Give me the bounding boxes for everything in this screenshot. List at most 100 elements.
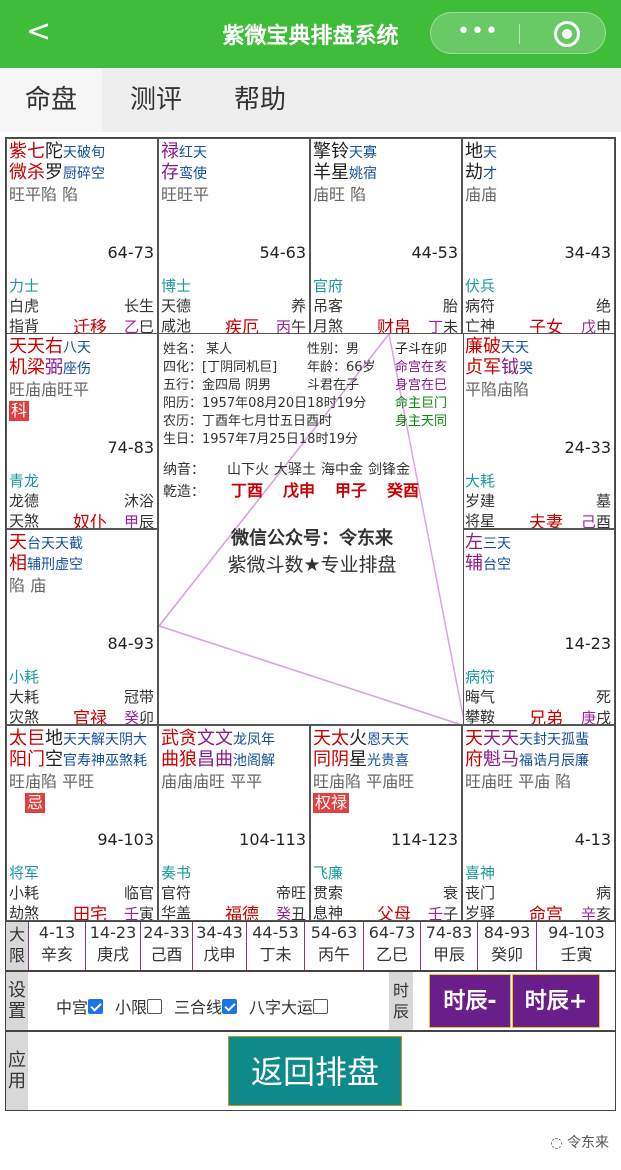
daxian-cell[interactable]: 4-13 辛亥 <box>28 922 85 970</box>
close-mini-program-icon[interactable] <box>554 21 580 47</box>
star: 羊星 <box>313 162 349 183</box>
time-next-button[interactable]: 时辰+ <box>512 974 600 1028</box>
star: 阳 <box>9 749 27 770</box>
palace-you[interactable]: 廉破天天 贞军钺哭 平陷庙陷 24-33 大耗 岁建 将星 墓夫妻 己酉 <box>462 333 615 529</box>
daxian-cell[interactable]: 24-33 己酉 <box>140 922 192 970</box>
palace-name: 官禄 <box>73 709 107 725</box>
daxian-cell[interactable]: 54-63 丙午 <box>304 922 363 970</box>
star-line: 天天天天封天孤蜚 <box>465 728 589 751</box>
star-line: 地天 <box>465 141 497 164</box>
god-1: 伏兵 <box>465 277 496 295</box>
god-3: 将星 <box>465 512 496 529</box>
star: 罗 <box>45 162 63 183</box>
nayin-item: 剑锋金 <box>368 462 410 478</box>
capsule-divider <box>519 24 520 44</box>
birth-info-2: 性别：男 <box>307 342 360 357</box>
tab-chart[interactable]: 命盘 <box>0 68 102 132</box>
star: 八天 <box>63 340 91 356</box>
bazi-pillar: 癸酉 <box>387 481 420 500</box>
sihua-tag: 权禄 <box>313 793 350 813</box>
star: 福诰月辰廉 <box>519 753 589 769</box>
tab-evaluation[interactable]: 测评 <box>106 68 206 132</box>
daxian-ganzhi: 戊申 <box>203 945 236 964</box>
more-icon[interactable]: ••• <box>457 19 499 44</box>
daxian-cell[interactable]: 44-53 丁未 <box>246 922 304 970</box>
palace-chen[interactable]: 天天右八天 机梁弼座伤 旺庙庙旺平科 74-83 青龙 龙德 天煞 沐浴 奴仆 甲辰 <box>6 333 158 529</box>
life-stage: 死 <box>595 688 611 706</box>
star: 红天 <box>179 145 207 161</box>
star: 官寿神巫煞耗 <box>63 753 147 769</box>
star-line: 天天右八天 <box>9 336 91 359</box>
option-0[interactable]: 中宫 <box>56 998 104 1017</box>
star: 太 <box>9 728 27 749</box>
brightness-line: 旺庙陷 平庙旺 <box>313 772 414 792</box>
palace-branch: 巳 <box>138 318 154 334</box>
palace-branch: 卯 <box>138 709 154 725</box>
daxian-cell[interactable]: 64-73 乙巳 <box>363 922 420 970</box>
option-3[interactable]: 八字大运 <box>249 998 329 1017</box>
palace-stem: 庚 <box>580 709 596 725</box>
palace-si[interactable]: 紫七陀天破旬 微杀罗厨碎空 旺平陷 陷 64-73 力士 白虎 指背 长生 迁移 乙巳 <box>6 138 158 334</box>
tab-bar: 命盘 测评 帮助 <box>0 68 621 132</box>
god-3: 灾煞 <box>9 708 40 725</box>
star-line: 禄红天 <box>161 141 207 164</box>
star: 天破旬 <box>63 145 105 161</box>
star: 府 <box>465 749 483 770</box>
palace-hai[interactable]: 天天天天封天孤蜚 府魁马福诰月辰廉 旺庙旺 平庙 陷 4-13 喜神 丧门 岁驿病命宫 辛亥 <box>462 725 615 921</box>
star: 龙凤年 <box>233 732 275 748</box>
star: 空 <box>45 749 63 770</box>
star: 巨 <box>27 728 45 749</box>
star-line: 阳门空官寿神巫煞耗 <box>9 749 147 772</box>
star: 辅 <box>465 553 483 574</box>
daxian-cell[interactable]: 34-43 戊申 <box>192 922 246 970</box>
daxian-cell[interactable]: 74-83 甲辰 <box>420 922 477 970</box>
star-line: 同阴星光贵喜 <box>313 749 409 772</box>
age-range: 114-123 <box>391 830 458 849</box>
god-1: 喜神 <box>465 864 496 882</box>
star: 存 <box>161 162 179 183</box>
star-line: 机梁弼座伤 <box>9 357 91 380</box>
palace-ganzhi: 丙午 <box>276 316 306 333</box>
time-label: 时辰 <box>389 972 413 1030</box>
daxian-cell[interactable]: 84-93 癸卯 <box>477 922 536 970</box>
palace-xu[interactable]: 左三天 辅台空 14-23 病符 晦气 攀鞍 死兄弟 庚戌 <box>462 529 615 725</box>
option-checkbox[interactable] <box>222 999 238 1014</box>
palace-wu[interactable]: 禄红天 存鸾使 旺旺平 54-63 博士 天德 咸池 养疾厄 丙午 <box>158 138 310 334</box>
daxian-age: 74-83 <box>425 923 473 942</box>
star-line: 存鸾使 <box>161 162 207 185</box>
star: 军 <box>483 357 501 378</box>
palace-ganzhi: 丁未 <box>428 316 458 334</box>
star: 天天 <box>501 340 529 356</box>
palace-name: 奴仆 <box>73 513 107 529</box>
daxian-cell[interactable]: 94-103 壬寅 <box>536 922 616 970</box>
option-checkbox[interactable] <box>313 999 329 1014</box>
star: 梁 <box>27 357 45 378</box>
star: 光贵喜 <box>367 753 409 769</box>
option-checkbox[interactable] <box>147 999 163 1014</box>
palace-name: 夫妻 <box>529 513 563 529</box>
palace-stem: 癸 <box>275 905 291 921</box>
apply-row: 应用 返回排盘 <box>5 1031 616 1111</box>
palace-zi[interactable]: 天太火恩天天 同阴星光贵喜 旺庙陷 平庙旺 权禄 114-123 飞廉 贯索 息神 衰父母 壬子 <box>310 725 462 921</box>
tab-help[interactable]: 帮助 <box>210 68 310 132</box>
palace-chou[interactable]: 武贪文文龙凤年 曲狼昌曲池阁解 庙庙庙旺 平平 104-113 奏书 官符 华盖 帝旺 福德 癸丑 <box>158 725 310 921</box>
god-3: 攀鞍 <box>465 708 496 725</box>
life-stage: 墓 <box>595 492 611 510</box>
brightness: 旺庙陷 平旺 <box>9 772 95 791</box>
star: 禄 <box>161 141 179 162</box>
palace-mao[interactable]: 天台天天截 相辅刑虚空陷 庙 84-93 小耗 大耗 灾煞 冠带 官禄 癸卯 <box>6 529 158 725</box>
palace-shen[interactable]: 地天 劫才 庙庙 34-43 伏兵 病符 亡神 绝子女 戊申 <box>462 138 615 334</box>
palace-branch: 酉 <box>595 513 611 529</box>
daxian-cell[interactable]: 14-23 庚戌 <box>85 922 140 970</box>
palace-branch: 未 <box>442 318 458 334</box>
palace-yin[interactable]: 太巨地天天解天阴大 阳门空官寿神巫煞耗 旺庙陷 平旺忌 94-103 将军 小耗 劫煞 临官田… <box>6 725 158 921</box>
star-line: 太巨地天天解天阴大 <box>9 728 147 751</box>
time-prev-button[interactable]: 时辰- <box>429 974 511 1028</box>
star-line: 左三天 <box>465 532 511 555</box>
palace-wei[interactable]: 擎铃天寡 羊星姚宿 庙旺 陷 44-53 官府 吊客 月煞 胎财帛 丁未 <box>310 138 462 334</box>
return-chart-button[interactable]: 返回排盘 <box>228 1036 402 1106</box>
option-2[interactable]: 三合线 <box>174 998 238 1017</box>
option-1[interactable]: 小限 <box>115 998 163 1017</box>
option-checkbox[interactable] <box>88 999 104 1014</box>
brightness-line: 旺庙旺 平庙 陷 <box>465 772 571 792</box>
